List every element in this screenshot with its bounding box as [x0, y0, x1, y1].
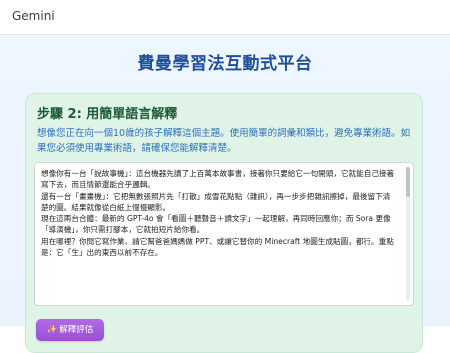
answer-line: 想像你有一台「說故事機」：這台機器先讀了上百萬本故事書，接著你只要給它一句開頭，…: [41, 169, 395, 190]
explanation-textarea[interactable]: 想像你有一台「說故事機」：這台機器先讀了上百萬本故事書，接著你只要給它一句開頭，…: [34, 162, 414, 306]
scrollbar-thumb[interactable]: [406, 167, 410, 197]
top-bar: Gemini: [0, 0, 450, 35]
evaluate-button[interactable]: ✨ 解釋評估: [36, 319, 104, 341]
textarea-scrollbar[interactable]: [406, 167, 410, 301]
answer-line: 現在這兩台合體：最新的 GPT-4o 會「看圖＋聽聲音＋讀文字」一起理解，再同時…: [41, 214, 391, 235]
step-heading: 步驟 2: 用簡單語言解釋: [37, 107, 178, 122]
sparkle-icon: ✨: [46, 325, 58, 335]
main-area: 費曼學習法互動式平台 步驟 2: 用簡單語言解釋 想像您正在向一個10歲的孩子解…: [0, 35, 450, 353]
step-card: 步驟 2: 用簡單語言解釋 想像您正在向一個10歲的孩子解釋這個主題。使用簡單的…: [25, 93, 423, 353]
evaluate-button-label: 解釋評估: [59, 325, 94, 335]
answer-line: 還有一台「畫畫機」：它把無數張照片先「打散」成雪花點點（雜訊），再一步步把雜訊擦…: [41, 191, 391, 212]
answer-line: 用在哪裡？你問它寫作業、請它幫爸爸媽媽做 PPT、或讓它替你的 Minecraf…: [41, 236, 394, 258]
step-description: 想像您正在向一個10歲的孩子解釋這個主題。使用簡單的詞彙和類比，避免專業術語。如…: [37, 128, 411, 154]
page-title: 費曼學習法互動式平台: [137, 54, 313, 74]
app-title: Gemini: [12, 9, 55, 23]
